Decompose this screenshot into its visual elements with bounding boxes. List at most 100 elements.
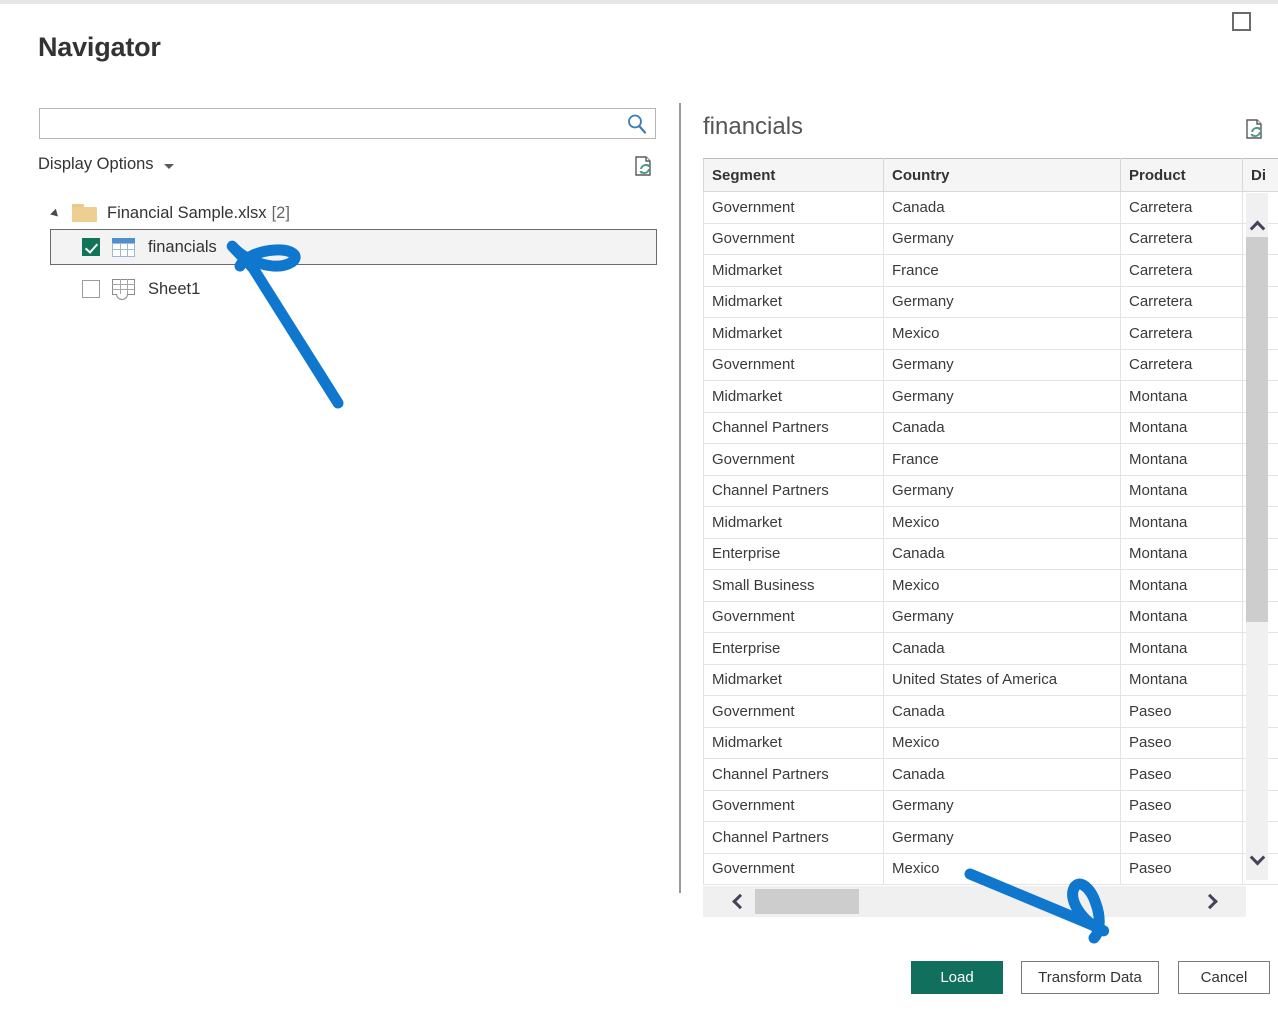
table-cell: Mexico bbox=[884, 318, 1121, 350]
table-cell: Government bbox=[704, 223, 884, 255]
table-row: EnterpriseCanadaMontana bbox=[704, 538, 1278, 570]
table-cell: Government bbox=[704, 790, 884, 822]
search-box[interactable] bbox=[39, 108, 656, 139]
preview-horizontal-scrollbar[interactable] bbox=[703, 886, 1246, 917]
chevron-right-icon[interactable] bbox=[1196, 886, 1226, 917]
table-cell: Canada bbox=[884, 412, 1121, 444]
table-cell: Canada bbox=[884, 538, 1121, 570]
table-cell: Government bbox=[704, 444, 884, 476]
chevron-up-icon[interactable] bbox=[1246, 213, 1268, 237]
chevron-down-icon[interactable] bbox=[1246, 848, 1268, 872]
table-grid-icon bbox=[112, 238, 135, 257]
expander-icon[interactable] bbox=[50, 206, 66, 222]
table-cell: Germany bbox=[884, 475, 1121, 507]
chevron-down-icon bbox=[164, 164, 174, 169]
tree-item-label-financials: financials bbox=[148, 238, 217, 257]
table-row: MidmarketGermanyCarretera bbox=[704, 286, 1278, 318]
page-title: Navigator bbox=[38, 32, 161, 63]
table-cell: Montana bbox=[1121, 570, 1243, 602]
dialog-footer: Load Transform Data Cancel bbox=[0, 961, 1278, 995]
table-row: Small BusinessMexicoMontana bbox=[704, 570, 1278, 602]
table-cell: Mexico bbox=[884, 727, 1121, 759]
vertical-scroll-thumb[interactable] bbox=[1246, 237, 1268, 622]
table-cell: Germany bbox=[884, 601, 1121, 633]
table-row: Channel PartnersCanadaPaseo bbox=[704, 759, 1278, 791]
table-cell: Montana bbox=[1121, 633, 1243, 665]
title-bar bbox=[0, 0, 1278, 4]
navigator-dialog: Navigator Display Options bbox=[0, 0, 1278, 1014]
refresh-document-icon[interactable] bbox=[632, 155, 656, 179]
refresh-preview-icon[interactable] bbox=[1243, 118, 1267, 142]
table-cell: United States of America bbox=[884, 664, 1121, 696]
table-cell: Germany bbox=[884, 790, 1121, 822]
table-cell: Mexico bbox=[884, 853, 1121, 885]
table-cell: Carretera bbox=[1121, 255, 1243, 287]
table-cell: Mexico bbox=[884, 507, 1121, 539]
cancel-button[interactable]: Cancel bbox=[1178, 961, 1270, 994]
search-input[interactable] bbox=[40, 109, 625, 138]
table-row: GovernmentGermanyCarretera bbox=[704, 349, 1278, 381]
table-cell: Paseo bbox=[1121, 853, 1243, 885]
tree-root-label: Financial Sample.xlsx bbox=[107, 204, 267, 223]
table-cell: Government bbox=[704, 853, 884, 885]
table-cell: Germany bbox=[884, 223, 1121, 255]
restore-window-button[interactable] bbox=[1232, 12, 1251, 31]
column-header-discount-band[interactable]: Di bbox=[1243, 159, 1278, 192]
table-cell: Enterprise bbox=[704, 538, 884, 570]
display-options-dropdown[interactable]: Display Options bbox=[38, 155, 174, 174]
transform-data-button[interactable]: Transform Data bbox=[1021, 961, 1159, 994]
worksheet-icon bbox=[112, 279, 135, 300]
table-cell: Montana bbox=[1121, 507, 1243, 539]
table-cell: Paseo bbox=[1121, 727, 1243, 759]
table-cell: Enterprise bbox=[704, 633, 884, 665]
table-cell: Midmarket bbox=[704, 318, 884, 350]
table-cell: Paseo bbox=[1121, 759, 1243, 791]
tree-item-sheet1[interactable]: Sheet1 bbox=[50, 271, 657, 307]
table-cell: Germany bbox=[884, 381, 1121, 413]
table-cell: Government bbox=[704, 696, 884, 728]
table-cell: Paseo bbox=[1121, 790, 1243, 822]
table-cell: Channel Partners bbox=[704, 759, 884, 791]
preview-table-container: Segment Country Product Di GovernmentCan… bbox=[703, 158, 1278, 918]
table-row: GovernmentCanadaCarretera bbox=[704, 192, 1278, 224]
table-header-row: Segment Country Product Di bbox=[704, 159, 1278, 192]
table-cell: Midmarket bbox=[704, 255, 884, 287]
table-cell: Montana bbox=[1121, 475, 1243, 507]
table-cell: Channel Partners bbox=[704, 475, 884, 507]
source-tree: Financial Sample.xlsx [2] financials She… bbox=[50, 198, 657, 307]
table-cell: Channel Partners bbox=[704, 412, 884, 444]
table-cell: Government bbox=[704, 349, 884, 381]
preview-table-body: GovernmentCanadaCarreteraGovernmentGerma… bbox=[704, 192, 1278, 885]
column-header-segment[interactable]: Segment bbox=[704, 159, 884, 192]
table-row: EnterpriseCanadaMontana bbox=[704, 633, 1278, 665]
tree-root-financial-sample[interactable]: Financial Sample.xlsx [2] bbox=[50, 198, 657, 229]
table-cell: Montana bbox=[1121, 664, 1243, 696]
table-cell: Montana bbox=[1121, 444, 1243, 476]
tree-item-financials[interactable]: financials bbox=[50, 229, 657, 265]
search-icon[interactable] bbox=[626, 113, 648, 135]
checkbox-financials[interactable] bbox=[82, 238, 100, 256]
chevron-left-icon[interactable] bbox=[723, 886, 753, 917]
table-cell: Carretera bbox=[1121, 223, 1243, 255]
checkbox-sheet1[interactable] bbox=[82, 280, 100, 298]
display-options-label: Display Options bbox=[38, 155, 154, 174]
table-cell: Midmarket bbox=[704, 727, 884, 759]
table-cell: Mexico bbox=[884, 570, 1121, 602]
table-cell: Montana bbox=[1121, 538, 1243, 570]
table-cell: Montana bbox=[1121, 381, 1243, 413]
column-header-country[interactable]: Country bbox=[884, 159, 1121, 192]
table-cell: Carretera bbox=[1121, 318, 1243, 350]
table-cell: Midmarket bbox=[704, 507, 884, 539]
horizontal-scroll-thumb[interactable] bbox=[755, 889, 859, 914]
preview-vertical-scrollbar[interactable] bbox=[1246, 193, 1268, 880]
load-button[interactable]: Load bbox=[911, 961, 1003, 994]
column-header-product[interactable]: Product bbox=[1121, 159, 1243, 192]
table-row: MidmarketUnited States of AmericaMontana bbox=[704, 664, 1278, 696]
table-row: MidmarketMexicoPaseo bbox=[704, 727, 1278, 759]
table-row: GovernmentGermanyMontana bbox=[704, 601, 1278, 633]
table-cell: Germany bbox=[884, 349, 1121, 381]
table-row: GovernmentFranceMontana bbox=[704, 444, 1278, 476]
table-cell: Midmarket bbox=[704, 664, 884, 696]
table-cell: Carretera bbox=[1121, 192, 1243, 224]
table-row: MidmarketMexicoMontana bbox=[704, 507, 1278, 539]
